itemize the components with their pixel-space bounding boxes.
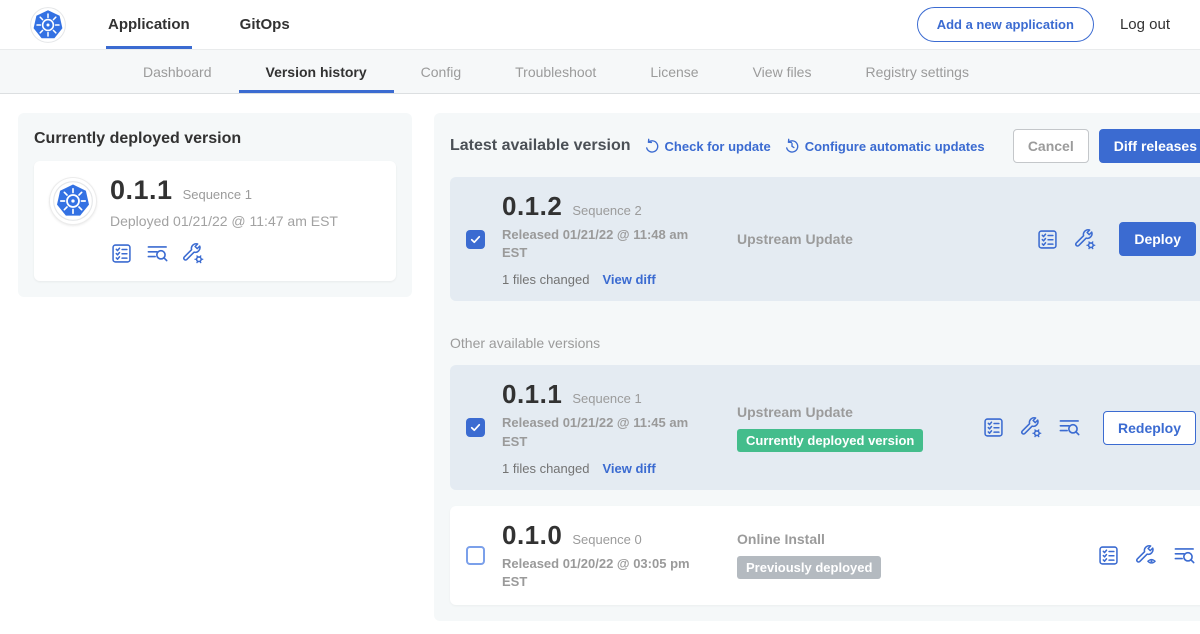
available-versions-panel: Latest available version Check for updat… [434, 113, 1200, 621]
logout-link[interactable]: Log out [1120, 16, 1170, 33]
top-tab-application[interactable]: Application [106, 0, 192, 49]
version-number: 0.1.1 [502, 379, 562, 410]
checkmark-icon [469, 233, 482, 246]
edit-config-icon[interactable] [182, 242, 205, 265]
deployed-version-number: 0.1.1 [110, 175, 173, 206]
check-for-update-label: Check for update [665, 139, 771, 154]
view-files-icon[interactable] [1058, 416, 1081, 439]
tab-troubleshoot[interactable]: Troubleshoot [488, 50, 623, 93]
cancel-button[interactable]: Cancel [1013, 129, 1089, 163]
view-config-icon[interactable] [1135, 544, 1158, 567]
currently-deployed-title: Currently deployed version [34, 130, 396, 148]
tab-version-history[interactable]: Version history [239, 50, 394, 93]
redeploy-button[interactable]: Redeploy [1103, 411, 1196, 445]
check-for-update-link[interactable]: Check for update [644, 138, 771, 154]
main-content: Currently deployed version 0.1.1 Sequenc… [0, 94, 1200, 621]
configure-automatic-updates-label: Configure automatic updates [805, 139, 985, 154]
version-number: 0.1.0 [502, 520, 562, 551]
kubernetes-logo-icon [30, 7, 66, 43]
sequence-label: Sequence 0 [572, 532, 641, 547]
view-files-icon[interactable] [146, 242, 169, 265]
deploy-button[interactable]: Deploy [1119, 222, 1196, 256]
kubernetes-logo-icon [53, 181, 93, 221]
currently-deployed-badge: Currently deployed version [737, 429, 923, 452]
refresh-icon [644, 138, 660, 154]
version-checkbox[interactable] [466, 546, 485, 565]
preflight-checklist-icon[interactable] [982, 416, 1005, 439]
edit-config-icon[interactable] [1020, 416, 1043, 439]
deployed-version-card: 0.1.1 Sequence 1 Deployed 01/21/22 @ 11:… [34, 161, 396, 281]
diff-releases-button[interactable]: Diff releases [1099, 129, 1200, 163]
view-diff-link[interactable]: View diff [602, 461, 655, 476]
tab-license[interactable]: License [623, 50, 725, 93]
previously-deployed-badge: Previously deployed [737, 556, 881, 579]
checkmark-icon [469, 421, 482, 434]
tab-config[interactable]: Config [394, 50, 488, 93]
tab-registry-settings[interactable]: Registry settings [838, 50, 995, 93]
top-tab-gitops[interactable]: GitOps [238, 0, 292, 49]
view-files-icon[interactable] [1173, 544, 1196, 567]
released-timestamp: Released 01/21/22 @ 11:45 am EST [502, 414, 720, 450]
version-source-label: Online Install [737, 531, 825, 547]
released-timestamp: Released 01/20/22 @ 03:05 pm EST [502, 555, 720, 591]
edit-config-icon[interactable] [1074, 228, 1097, 251]
tab-view-files[interactable]: View files [726, 50, 839, 93]
other-available-versions-title: Other available versions [450, 335, 1200, 351]
version-source-label: Upstream Update [737, 231, 853, 247]
top-nav-tabs: Application GitOps [106, 0, 338, 49]
version-row-0-1-2: 0.1.2 Sequence 2 Released 01/21/22 @ 11:… [450, 177, 1200, 301]
tab-dashboard[interactable]: Dashboard [116, 50, 239, 93]
add-new-application-button[interactable]: Add a new application [917, 7, 1094, 42]
app-icon-badge [50, 178, 96, 224]
preflight-checklist-icon[interactable] [1036, 228, 1059, 251]
preflight-checklist-icon[interactable] [110, 242, 133, 265]
version-number: 0.1.2 [502, 191, 562, 222]
available-versions-header: Latest available version Check for updat… [450, 129, 1200, 163]
version-row-0-1-1: 0.1.1 Sequence 1 Released 01/21/22 @ 11:… [450, 365, 1200, 489]
version-checkbox[interactable] [466, 418, 485, 437]
app-logo [30, 0, 66, 49]
deployed-timestamp: Deployed 01/21/22 @ 11:47 am EST [110, 213, 338, 229]
version-checkbox[interactable] [466, 230, 485, 249]
released-timestamp: Released 01/21/22 @ 11:48 am EST [502, 226, 720, 262]
files-changed-label: 1 files changed [502, 272, 589, 287]
latest-available-title: Latest available version [450, 137, 631, 155]
top-nav-right: Add a new application Log out [917, 0, 1170, 49]
currently-deployed-panel: Currently deployed version 0.1.1 Sequenc… [18, 113, 412, 297]
configure-automatic-updates-link[interactable]: Configure automatic updates [784, 138, 985, 154]
sequence-label: Sequence 2 [572, 203, 641, 218]
app-sub-nav: Dashboard Version history Config Trouble… [0, 50, 1200, 94]
version-row-0-1-0: 0.1.0 Sequence 0 Released 01/20/22 @ 03:… [450, 506, 1200, 605]
sequence-label: Sequence 1 [572, 391, 641, 406]
view-diff-link[interactable]: View diff [602, 272, 655, 287]
version-source-label: Upstream Update [737, 404, 853, 420]
auto-update-clock-icon [784, 138, 800, 154]
files-changed-label: 1 files changed [502, 461, 589, 476]
top-nav: Application GitOps Add a new application… [0, 0, 1200, 50]
deployed-sequence-label: Sequence 1 [183, 187, 252, 202]
preflight-checklist-icon[interactable] [1097, 544, 1120, 567]
